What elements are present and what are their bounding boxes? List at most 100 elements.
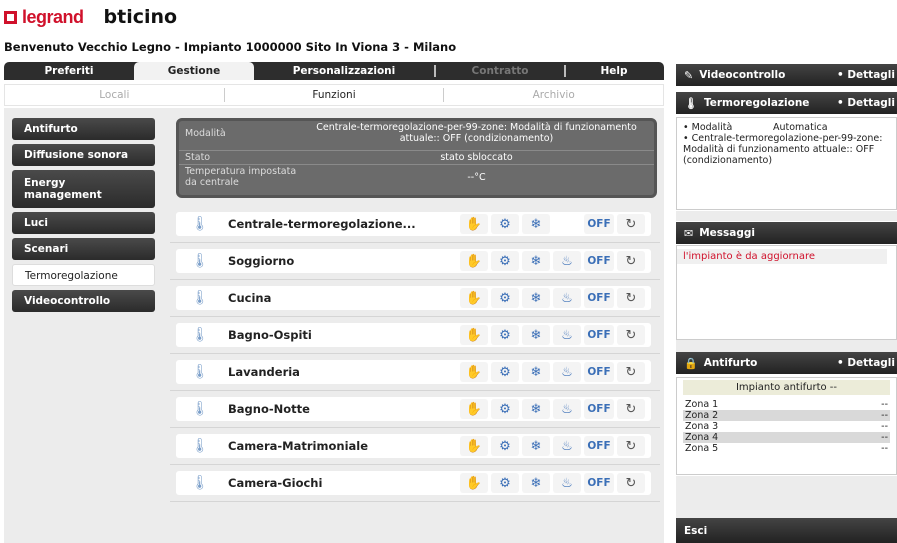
off-button[interactable]: OFF bbox=[584, 473, 614, 493]
logo-row: legrand bticino bbox=[4, 4, 177, 30]
zone-label: Zona 1 bbox=[685, 399, 719, 410]
nav-videocontrollo[interactable]: Videocontrollo bbox=[12, 290, 155, 312]
antifreeze-button[interactable]: ❄ bbox=[522, 288, 550, 308]
panel-gap bbox=[676, 211, 897, 221]
thermal-protection-button[interactable]: ♨ bbox=[553, 399, 581, 419]
off-button[interactable]: OFF bbox=[584, 399, 614, 419]
zone-buttons: ✋ ⚙ ❄ ♨ OFF ↻ bbox=[460, 325, 645, 345]
antifreeze-button[interactable]: ❄ bbox=[522, 436, 550, 456]
reset-button[interactable]: ↻ bbox=[617, 399, 645, 419]
zone-row: 🌡 Centrale-termoregolazione... ✋ ⚙ ❄ ♨ O… bbox=[170, 206, 660, 243]
off-button[interactable]: OFF bbox=[584, 288, 614, 308]
antifreeze-button[interactable]: ❄ bbox=[522, 214, 550, 234]
auto-mode-button[interactable]: ⚙ bbox=[491, 288, 519, 308]
reset-button[interactable]: ↻ bbox=[617, 251, 645, 271]
zone-row: 🌡 Camera-Matrimoniale ✋ ⚙ ❄ ♨ OFF ↻ bbox=[170, 428, 660, 465]
subtab-archivio[interactable]: Archivio bbox=[444, 88, 663, 102]
off-button[interactable]: OFF bbox=[584, 325, 614, 345]
off-button[interactable]: OFF bbox=[584, 251, 614, 271]
off-button[interactable]: OFF bbox=[584, 362, 614, 382]
thermal-protection-button[interactable]: ♨ bbox=[553, 436, 581, 456]
zone-buttons: ✋ ⚙ ❄ ♨ OFF ↻ bbox=[460, 214, 645, 234]
antifurto-header: 🔒 Antifurto • Dettagli bbox=[676, 352, 897, 374]
reset-button[interactable]: ↻ bbox=[617, 436, 645, 456]
off-button[interactable]: OFF bbox=[584, 436, 614, 456]
manual-mode-button[interactable]: ✋ bbox=[460, 473, 488, 493]
thermal-protection-button[interactable]: ♨ bbox=[553, 251, 581, 271]
tab-help[interactable]: Help bbox=[566, 62, 662, 80]
zone-name[interactable]: Bagno-Notte bbox=[228, 402, 460, 416]
nav-antifurto[interactable]: Antifurto bbox=[12, 118, 155, 140]
zone-status: -- bbox=[881, 432, 888, 443]
antifreeze-button[interactable]: ❄ bbox=[522, 473, 550, 493]
thermal-protection-button[interactable]: ♨ bbox=[553, 288, 581, 308]
reset-button[interactable]: ↻ bbox=[617, 288, 645, 308]
auto-mode-button[interactable]: ⚙ bbox=[491, 362, 519, 382]
manual-mode-button[interactable]: ✋ bbox=[460, 436, 488, 456]
reset-button[interactable]: ↻ bbox=[617, 214, 645, 234]
reset-button[interactable]: ↻ bbox=[617, 362, 645, 382]
nav-diffusione-sonora[interactable]: Diffusione sonora bbox=[12, 144, 155, 166]
nav-termoregolazione[interactable]: Termoregolazione bbox=[12, 264, 155, 286]
subtab-locali[interactable]: Locali bbox=[5, 88, 225, 102]
zone-label: Zona 5 bbox=[685, 443, 719, 454]
off-button[interactable]: OFF bbox=[584, 214, 614, 234]
nav-scenari[interactable]: Scenari bbox=[12, 238, 155, 260]
thermal-protection-button[interactable]: ♨ bbox=[553, 473, 581, 493]
zone-row: 🌡 Bagno-Notte ✋ ⚙ ❄ ♨ OFF ↻ bbox=[170, 391, 660, 428]
manual-mode-button[interactable]: ✋ bbox=[460, 251, 488, 271]
zone-name[interactable]: Soggiorno bbox=[228, 254, 460, 268]
thermometer-icon: 🌡 bbox=[191, 253, 209, 269]
termoregolazione-panel: • Modalità Automatica • Centrale-termore… bbox=[676, 117, 897, 210]
nav-luci[interactable]: Luci bbox=[12, 212, 155, 234]
antifreeze-button[interactable]: ❄ bbox=[522, 325, 550, 345]
zone-name[interactable]: Camera-Matrimoniale bbox=[228, 439, 460, 453]
message-text[interactable]: l'impianto è da aggiornare bbox=[677, 249, 887, 264]
mail-icon: ✉ bbox=[684, 226, 694, 240]
zone-name[interactable]: Bagno-Ospiti bbox=[228, 328, 460, 342]
zone-name[interactable]: Camera-Giochi bbox=[228, 476, 460, 490]
zone-buttons: ✋ ⚙ ❄ ♨ OFF ↻ bbox=[460, 288, 645, 308]
panel-title: Messaggi bbox=[699, 227, 756, 239]
auto-mode-button[interactable]: ⚙ bbox=[491, 251, 519, 271]
auto-mode-button[interactable]: ⚙ bbox=[491, 436, 519, 456]
antifreeze-button[interactable]: ❄ bbox=[522, 251, 550, 271]
manual-mode-button[interactable]: ✋ bbox=[460, 325, 488, 345]
esci-button[interactable]: Esci bbox=[676, 518, 897, 543]
zone-name[interactable]: Centrale-termoregolazione... bbox=[228, 217, 460, 231]
info-value: --°C bbox=[467, 172, 486, 183]
tab-preferiti[interactable]: Preferiti bbox=[4, 62, 134, 80]
zone-bar: 🌡 Lavanderia ✋ ⚙ ❄ ♨ OFF ↻ bbox=[176, 360, 651, 384]
manual-mode-button[interactable]: ✋ bbox=[460, 214, 488, 234]
panel-title: Videocontrollo bbox=[699, 69, 786, 81]
zone-name[interactable]: Lavanderia bbox=[228, 365, 460, 379]
dettagli-link[interactable]: • Dettagli bbox=[837, 97, 895, 109]
antifreeze-button[interactable]: ❄ bbox=[522, 362, 550, 382]
panel-gap bbox=[676, 476, 897, 518]
auto-mode-button[interactable]: ⚙ bbox=[491, 473, 519, 493]
reset-button[interactable]: ↻ bbox=[617, 473, 645, 493]
zone-buttons: ✋ ⚙ ❄ ♨ OFF ↻ bbox=[460, 473, 645, 493]
thermal-protection-button[interactable]: ♨ bbox=[553, 362, 581, 382]
manual-mode-button[interactable]: ✋ bbox=[460, 399, 488, 419]
zone-status: -- bbox=[881, 421, 888, 432]
zone-buttons: ✋ ⚙ ❄ ♨ OFF ↻ bbox=[460, 399, 645, 419]
manual-mode-button[interactable]: ✋ bbox=[460, 288, 488, 308]
auto-mode-button[interactable]: ⚙ bbox=[491, 399, 519, 419]
antifreeze-button[interactable]: ❄ bbox=[522, 399, 550, 419]
messaggi-panel: l'impianto è da aggiornare bbox=[676, 245, 897, 340]
nav-energy-management[interactable]: Energy management bbox=[12, 170, 155, 208]
manual-mode-button[interactable]: ✋ bbox=[460, 362, 488, 382]
thermal-protection-button[interactable]: ♨ bbox=[553, 325, 581, 345]
subtab-funzioni[interactable]: Funzioni bbox=[225, 88, 445, 102]
tab-gestione[interactable]: Gestione bbox=[134, 62, 254, 80]
zone-name[interactable]: Cucina bbox=[228, 291, 460, 305]
tab-personalizzazioni[interactable]: Personalizzazioni bbox=[254, 62, 434, 80]
dettagli-link[interactable]: • Dettagli bbox=[837, 69, 895, 81]
info-row-temperatura: Temperatura impostata da centrale --°C bbox=[179, 165, 654, 189]
reset-button[interactable]: ↻ bbox=[617, 325, 645, 345]
auto-mode-button[interactable]: ⚙ bbox=[491, 214, 519, 234]
auto-mode-button[interactable]: ⚙ bbox=[491, 325, 519, 345]
zone-status: -- bbox=[881, 410, 888, 421]
dettagli-link[interactable]: • Dettagli bbox=[837, 357, 895, 369]
